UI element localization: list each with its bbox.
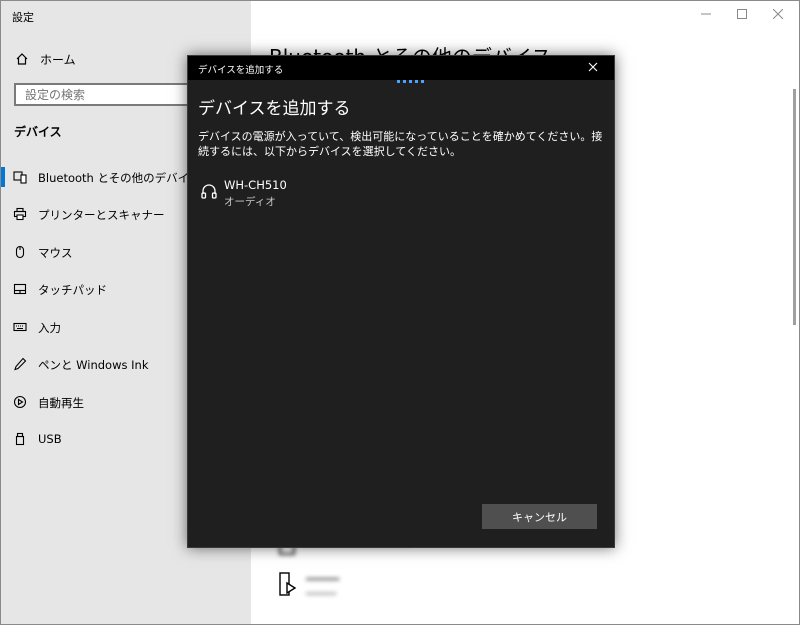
close-icon bbox=[773, 9, 783, 19]
cancel-button[interactable]: キャンセル bbox=[482, 504, 597, 529]
minimize-icon bbox=[701, 13, 711, 15]
active-indicator bbox=[1, 167, 5, 187]
keyboard-icon bbox=[13, 322, 27, 332]
usb-icon bbox=[15, 432, 25, 446]
sidebar-item-label: プリンターとスキャナー bbox=[38, 208, 165, 222]
headset-icon bbox=[201, 184, 217, 199]
background-device-name: ━━━━━ bbox=[306, 573, 340, 586]
device-list-item[interactable]: WH-CH510 オーディオ bbox=[198, 178, 498, 210]
sidebar-item-label: Bluetooth とその他のデバイス bbox=[38, 171, 201, 185]
add-device-dialog: デバイスを追加する デバイスを追加する デバイスの電源が入っていて、検出可能にな… bbox=[187, 55, 615, 548]
sidebar-item-label: タッチパッド bbox=[38, 283, 107, 297]
sidebar-item-label: マウス bbox=[38, 246, 73, 260]
home-label: ホーム bbox=[40, 52, 76, 67]
maximize-button[interactable] bbox=[735, 7, 749, 21]
sidebar-item-label: USB bbox=[38, 432, 62, 446]
mouse-icon bbox=[15, 245, 25, 259]
minimize-button[interactable] bbox=[699, 7, 713, 21]
dialog-close-button[interactable] bbox=[586, 60, 600, 74]
bluetooth-device-icon bbox=[13, 171, 27, 184]
autoplay-icon bbox=[13, 395, 27, 409]
device-name: WH-CH510 bbox=[224, 178, 287, 192]
close-window-button[interactable] bbox=[771, 7, 785, 21]
window-title: 設定 bbox=[12, 11, 34, 24]
device-type: オーディオ bbox=[224, 196, 276, 208]
home-icon bbox=[16, 53, 28, 65]
window-controls bbox=[699, 7, 785, 21]
progress-dots bbox=[397, 80, 424, 83]
touchpad-icon bbox=[13, 283, 27, 295]
device-icon bbox=[279, 572, 297, 596]
dialog-titlebar: デバイスを追加する bbox=[188, 56, 614, 80]
sidebar-item-label: 自動再生 bbox=[38, 396, 84, 410]
home-link[interactable]: ホーム bbox=[15, 49, 76, 69]
sidebar-item-label: ペンと Windows Ink bbox=[38, 358, 149, 372]
settings-window: 設定 ホーム デバイス Bluetooth とその他のデバイス プリンターとスキ… bbox=[0, 0, 800, 625]
pen-icon bbox=[14, 357, 27, 371]
sidebar-item-label: 入力 bbox=[38, 321, 61, 335]
background-device-status: ━━━━━ bbox=[306, 589, 337, 600]
dialog-description: デバイスの電源が入っていて、検出可能になっていることを確かめてください。接続する… bbox=[198, 130, 603, 158]
scrollbar[interactable] bbox=[793, 89, 796, 325]
dialog-title: デバイスを追加する bbox=[198, 65, 284, 76]
printer-icon bbox=[13, 207, 27, 221]
dialog-heading: デバイスを追加する bbox=[198, 99, 351, 119]
maximize-icon bbox=[737, 9, 747, 19]
section-title: デバイス bbox=[14, 125, 62, 139]
